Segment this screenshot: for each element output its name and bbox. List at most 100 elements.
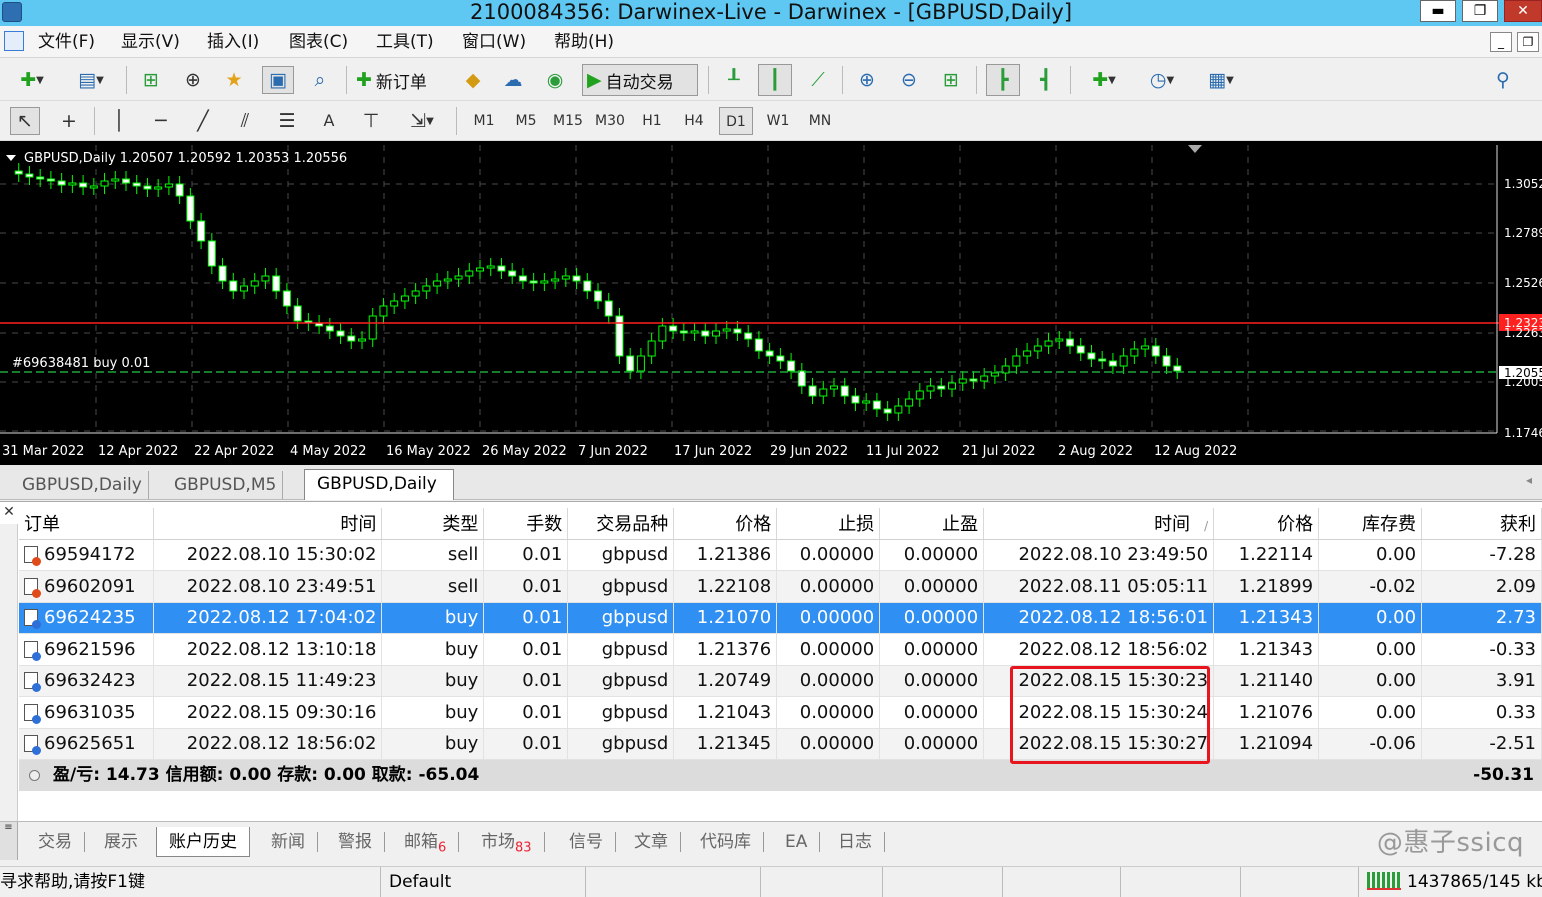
- candlestick-icon[interactable]: ┃: [758, 64, 792, 96]
- text-icon[interactable]: A: [314, 107, 344, 135]
- col-lots[interactable]: 手数: [483, 508, 569, 540]
- market-watch-icon[interactable]: ⊞: [136, 66, 166, 94]
- chart-shift-icon[interactable]: ┫: [1030, 66, 1062, 94]
- tab-articles[interactable]: 文章: [634, 827, 681, 857]
- strategy-tester-icon[interactable]: ⌕: [304, 66, 336, 94]
- tf-m5[interactable]: M5: [509, 107, 543, 135]
- candle-body: [572, 275, 581, 282]
- arrows-icon[interactable]: ⇲ ▼: [398, 107, 446, 135]
- close-button[interactable]: ✕: [1504, 0, 1542, 22]
- menu-file[interactable]: 文件(F): [38, 30, 95, 54]
- menu-tools[interactable]: 工具(T): [376, 30, 434, 54]
- candle-body: [712, 330, 720, 337]
- table-row[interactable]: 69621596 2022.08.12 13:10:18 buy 0.01 gb…: [19, 633, 1542, 666]
- chart-menu-chevron-icon[interactable]: [6, 155, 16, 161]
- menu-help[interactable]: 帮助(H): [554, 30, 614, 54]
- col-open-time[interactable]: 时间: [153, 508, 383, 540]
- zoom-out-icon[interactable]: ⊖: [894, 66, 924, 94]
- signals-icon[interactable]: ◉: [540, 66, 570, 94]
- trendline-icon[interactable]: ╱: [188, 107, 218, 135]
- text-label-icon[interactable]: ⊤: [356, 107, 386, 135]
- cursor-icon[interactable]: ↖: [10, 107, 40, 135]
- tf-m1[interactable]: M1: [467, 107, 501, 135]
- col-swap[interactable]: 库存费: [1318, 508, 1423, 540]
- vertical-line-icon[interactable]: │: [104, 107, 134, 135]
- candle-body: [486, 265, 495, 269]
- search-icon[interactable]: ⚲: [1488, 66, 1518, 94]
- menu-view[interactable]: 显示(V): [121, 30, 180, 54]
- col-order[interactable]: 订单: [19, 508, 155, 540]
- tab-mailbox[interactable]: 邮箱6: [404, 827, 460, 857]
- price-chart[interactable]: GBPUSD,Daily 1.20507 1.20592 1.20353 1.2…: [0, 141, 1542, 465]
- document-icon[interactable]: [4, 31, 24, 51]
- mdi-minimize-button[interactable]: _: [1490, 32, 1512, 52]
- tab-trade[interactable]: 交易: [38, 827, 85, 857]
- templates-icon[interactable]: ▦ ▼: [1196, 66, 1246, 94]
- table-row[interactable]: 69632423 2022.08.15 11:49:23 buy 0.01 gb…: [19, 665, 1542, 697]
- col-profit[interactable]: 获利: [1421, 508, 1542, 540]
- table-row[interactable]: 69631035 2022.08.15 09:30:16 buy 0.01 gb…: [19, 696, 1542, 729]
- table-row[interactable]: 69625651 2022.08.12 18:56:02 buy 0.01 gb…: [19, 728, 1542, 760]
- zoom-in-icon[interactable]: ⊕: [852, 66, 882, 94]
- col-tp[interactable]: 止盈: [879, 508, 985, 540]
- tab-news[interactable]: 新闻: [271, 827, 318, 857]
- horizontal-line-icon[interactable]: ─: [146, 107, 176, 135]
- menu-window[interactable]: 窗口(W): [462, 30, 526, 54]
- col-close-price[interactable]: 价格: [1213, 508, 1320, 540]
- data-window-icon[interactable]: ⊕: [178, 66, 208, 94]
- periods-icon[interactable]: ◷ ▼: [1138, 66, 1186, 94]
- chart-tab-gbpusd-m5[interactable]: GBPUSD,M5: [168, 471, 284, 499]
- auto-scroll-icon[interactable]: ┣: [986, 64, 1020, 96]
- indicators-icon[interactable]: ✚ ▼: [1080, 66, 1128, 94]
- tab-scroll-left-icon[interactable]: ◂: [1526, 473, 1532, 487]
- bar-chart-icon[interactable]: ┸: [718, 66, 750, 94]
- order-cell: 69624235: [19, 602, 155, 634]
- mdi-restore-button[interactable]: ❐: [1517, 32, 1539, 52]
- tab-exposure[interactable]: 展示: [104, 827, 138, 857]
- tab-market[interactable]: 市场83: [481, 827, 545, 857]
- tf-d1[interactable]: D1: [719, 107, 753, 135]
- crosshair-icon[interactable]: +: [54, 107, 84, 135]
- auto-trading-button[interactable]: ▶ 自动交易: [582, 64, 698, 96]
- tab-experts[interactable]: EA: [785, 827, 821, 857]
- col-open-price[interactable]: 价格: [673, 508, 778, 540]
- community-icon[interactable]: ☁: [498, 66, 528, 94]
- terminal-close-icon[interactable]: ✕: [0, 502, 18, 522]
- metaeditor-icon[interactable]: ◆: [458, 66, 488, 94]
- table-row[interactable]: 69602091 2022.08.10 23:49:51 sell 0.01 g…: [19, 570, 1542, 603]
- col-sl[interactable]: 止损: [776, 508, 881, 540]
- table-row[interactable]: 69594172 2022.08.10 15:30:02 sell 0.01 g…: [19, 539, 1542, 571]
- col-symbol[interactable]: 交易品种: [567, 508, 675, 540]
- tf-m30[interactable]: M30: [593, 107, 627, 135]
- terminal-icon[interactable]: ▣: [262, 66, 294, 94]
- channel-icon[interactable]: ⫽: [230, 107, 260, 135]
- maximize-button[interactable]: ❐: [1462, 0, 1498, 22]
- chart-shift-marker-icon[interactable]: [1188, 145, 1202, 153]
- sl-cell: 0.00000: [776, 633, 881, 666]
- menu-insert[interactable]: 插入(I): [207, 30, 259, 54]
- tab-alerts[interactable]: 警报: [338, 827, 385, 857]
- tf-m15[interactable]: M15: [551, 107, 585, 135]
- tile-windows-icon[interactable]: ⊞: [936, 66, 966, 94]
- new-order-button[interactable]: ✚ 新订单: [356, 66, 446, 94]
- tab-signals[interactable]: 信号: [569, 827, 616, 857]
- tf-mn[interactable]: MN: [803, 107, 837, 135]
- navigator-icon[interactable]: ★: [218, 66, 250, 94]
- tf-h1[interactable]: H1: [635, 107, 669, 135]
- fibonacci-icon[interactable]: ☰: [272, 107, 302, 135]
- profiles-icon[interactable]: ▤ ▼: [66, 66, 116, 94]
- menu-charts[interactable]: 图表(C): [289, 30, 348, 54]
- col-type[interactable]: 类型: [381, 508, 485, 540]
- chart-tab-gbpusd-daily[interactable]: GBPUSD,Daily: [16, 471, 149, 499]
- minimize-button[interactable]: ▬: [1420, 0, 1456, 22]
- chart-tab-gbpusd-daily-active[interactable]: GBPUSD,Daily: [304, 469, 454, 500]
- tab-account-history[interactable]: 账户历史: [156, 827, 250, 857]
- line-chart-icon[interactable]: ⟋: [802, 66, 834, 94]
- tab-journal[interactable]: 日志: [838, 827, 885, 857]
- table-row-selected[interactable]: 69624235 2022.08.12 17:04:02 buy 0.01 gb…: [19, 602, 1542, 634]
- new-chart-icon[interactable]: ✚ ▼: [8, 66, 56, 94]
- tf-w1[interactable]: W1: [761, 107, 795, 135]
- tab-code-base[interactable]: 代码库: [700, 827, 764, 857]
- col-close-time[interactable]: 时间 /: [983, 508, 1215, 540]
- tf-h4[interactable]: H4: [677, 107, 711, 135]
